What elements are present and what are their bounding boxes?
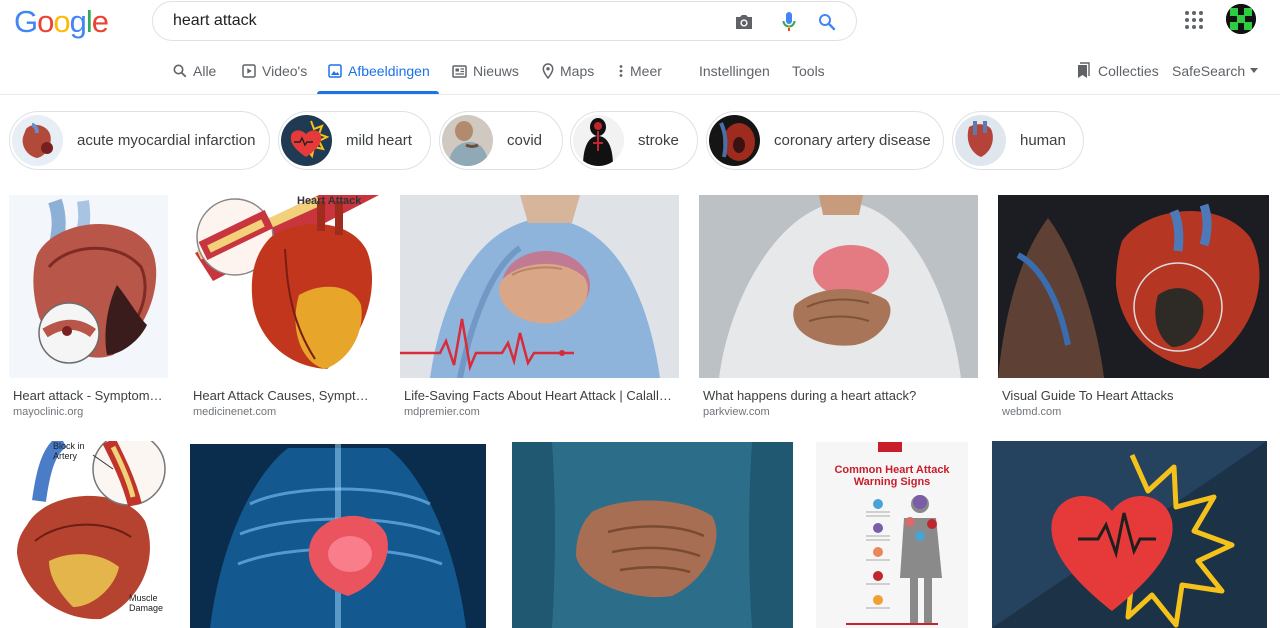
image-result[interactable]: Block in Artery Muscle Damage xyxy=(9,441,169,628)
search-tabs: Alle Video's Afbeeldingen Nieuws Maps Me… xyxy=(0,48,1280,95)
map-pin-icon xyxy=(542,63,554,79)
result-image[interactable] xyxy=(9,195,168,378)
tab-label: Nieuws xyxy=(473,63,519,79)
image-caption: Muscle Damage xyxy=(129,593,164,613)
image-result[interactable] xyxy=(190,444,486,628)
tab-label: Alle xyxy=(193,63,217,79)
result-source: webmd.com xyxy=(1002,406,1062,418)
news-icon xyxy=(452,64,467,78)
tab-images[interactable]: Afbeeldingen xyxy=(328,48,430,94)
search-input[interactable] xyxy=(173,10,713,32)
tab-label: Afbeeldingen xyxy=(348,63,430,79)
logo-letter: G xyxy=(14,4,38,39)
tab-all[interactable]: Alle xyxy=(173,48,216,94)
logo-letter: g xyxy=(69,4,87,39)
collections-button[interactable]: Collecties xyxy=(1075,48,1159,94)
avatar[interactable] xyxy=(1226,4,1256,34)
result-image[interactable] xyxy=(400,195,679,378)
result-title[interactable]: Heart attack - Symptoms and causes - May… xyxy=(13,388,167,403)
camera-icon[interactable] xyxy=(733,11,755,33)
search-icon xyxy=(173,64,187,78)
chip-thumbnail xyxy=(573,115,624,166)
tab-news[interactable]: Nieuws xyxy=(452,48,519,94)
chip-label: stroke xyxy=(638,132,679,149)
active-tab-indicator xyxy=(317,91,439,94)
result-source: mdpremier.com xyxy=(404,406,480,418)
chip-label: mild heart xyxy=(346,132,412,149)
result-title[interactable]: What happens during a heart attack? xyxy=(703,388,975,403)
chip-thumbnail xyxy=(281,115,332,166)
image-result[interactable]: Visual Guide To Heart Attacks webmd.com xyxy=(998,195,1270,420)
result-title[interactable]: Life-Saving Facts About Heart Attack | C… xyxy=(404,388,676,403)
related-chip[interactable]: mild heart xyxy=(278,111,431,170)
more-vert-icon xyxy=(619,65,623,77)
result-image[interactable] xyxy=(512,442,793,628)
chip-thumbnail xyxy=(442,115,493,166)
result-source: mayoclinic.org xyxy=(13,406,84,418)
tab-label: Tools xyxy=(792,63,825,79)
image-caption: Heart Attack xyxy=(297,195,362,207)
related-chip[interactable]: acute myocardial infarction xyxy=(9,111,270,170)
result-source: medicinenet.com xyxy=(193,406,277,418)
search-box xyxy=(152,1,857,41)
image-result[interactable]: Heart Attack Heart Attack Causes, Sympto… xyxy=(189,195,380,420)
result-title[interactable]: Visual Guide To Heart Attacks xyxy=(1002,388,1266,403)
chip-label: human xyxy=(1020,132,1066,149)
logo-letter: o xyxy=(53,4,70,39)
chip-thumbnail xyxy=(12,115,63,166)
tab-tools[interactable]: Tools xyxy=(792,48,825,94)
result-title[interactable]: Heart Attack Causes, Symptoms, Treatment xyxy=(193,388,369,403)
related-chip[interactable]: coronary artery disease xyxy=(706,111,944,170)
tab-label: Meer xyxy=(630,63,662,79)
chip-label: coronary artery disease xyxy=(774,132,931,149)
related-chip[interactable]: human xyxy=(952,111,1084,170)
safesearch-label: SafeSearch xyxy=(1172,63,1246,79)
related-chip[interactable]: stroke xyxy=(570,111,698,170)
result-image[interactable] xyxy=(699,195,978,378)
image-caption: Block in Artery xyxy=(53,441,85,461)
logo-letter: e xyxy=(91,4,109,39)
safesearch-dropdown[interactable]: SafeSearch xyxy=(1172,48,1259,94)
logo-letter: o xyxy=(37,4,54,39)
apps-grid-icon[interactable] xyxy=(1182,8,1206,32)
tab-settings[interactable]: Instellingen xyxy=(699,48,770,94)
tab-videos[interactable]: Video's xyxy=(242,48,307,94)
tab-maps[interactable]: Maps xyxy=(542,48,594,94)
tab-label: Video's xyxy=(262,63,308,79)
video-icon xyxy=(242,64,256,78)
search-icon[interactable] xyxy=(816,11,838,33)
tab-label: Instellingen xyxy=(699,63,770,79)
google-logo[interactable]: Google xyxy=(14,4,109,40)
result-image[interactable] xyxy=(190,444,486,628)
caret-down-icon xyxy=(1250,68,1259,73)
chip-label: covid xyxy=(507,132,543,149)
bookmark-collection-icon xyxy=(1078,62,1090,78)
top-bar: Google xyxy=(0,0,1280,48)
collections-label: Collecties xyxy=(1098,63,1159,79)
image-result[interactable]: Heart attack - Symptoms and causes - May… xyxy=(9,195,169,420)
image-result[interactable] xyxy=(512,442,793,628)
image-icon xyxy=(328,64,342,78)
image-result[interactable]: Life-Saving Facts About Heart Attack | C… xyxy=(400,195,679,420)
chip-thumbnail xyxy=(955,115,1006,166)
tab-label: Maps xyxy=(560,63,595,79)
microphone-icon[interactable] xyxy=(778,11,800,33)
result-image[interactable] xyxy=(189,195,379,378)
result-image[interactable] xyxy=(992,441,1267,628)
image-result[interactable]: Common Heart Attack Warning Signs xyxy=(816,442,968,628)
result-source: parkview.com xyxy=(703,406,770,418)
tab-more[interactable]: Meer xyxy=(618,48,662,94)
image-result[interactable] xyxy=(992,441,1267,628)
image-caption: Common Heart Attack Warning Signs xyxy=(834,464,950,488)
related-chip[interactable]: covid xyxy=(439,111,563,170)
image-result[interactable]: What happens during a heart attack? park… xyxy=(699,195,978,420)
result-image[interactable] xyxy=(998,195,1269,378)
chip-thumbnail xyxy=(709,115,760,166)
chip-label: acute myocardial infarction xyxy=(77,132,256,149)
